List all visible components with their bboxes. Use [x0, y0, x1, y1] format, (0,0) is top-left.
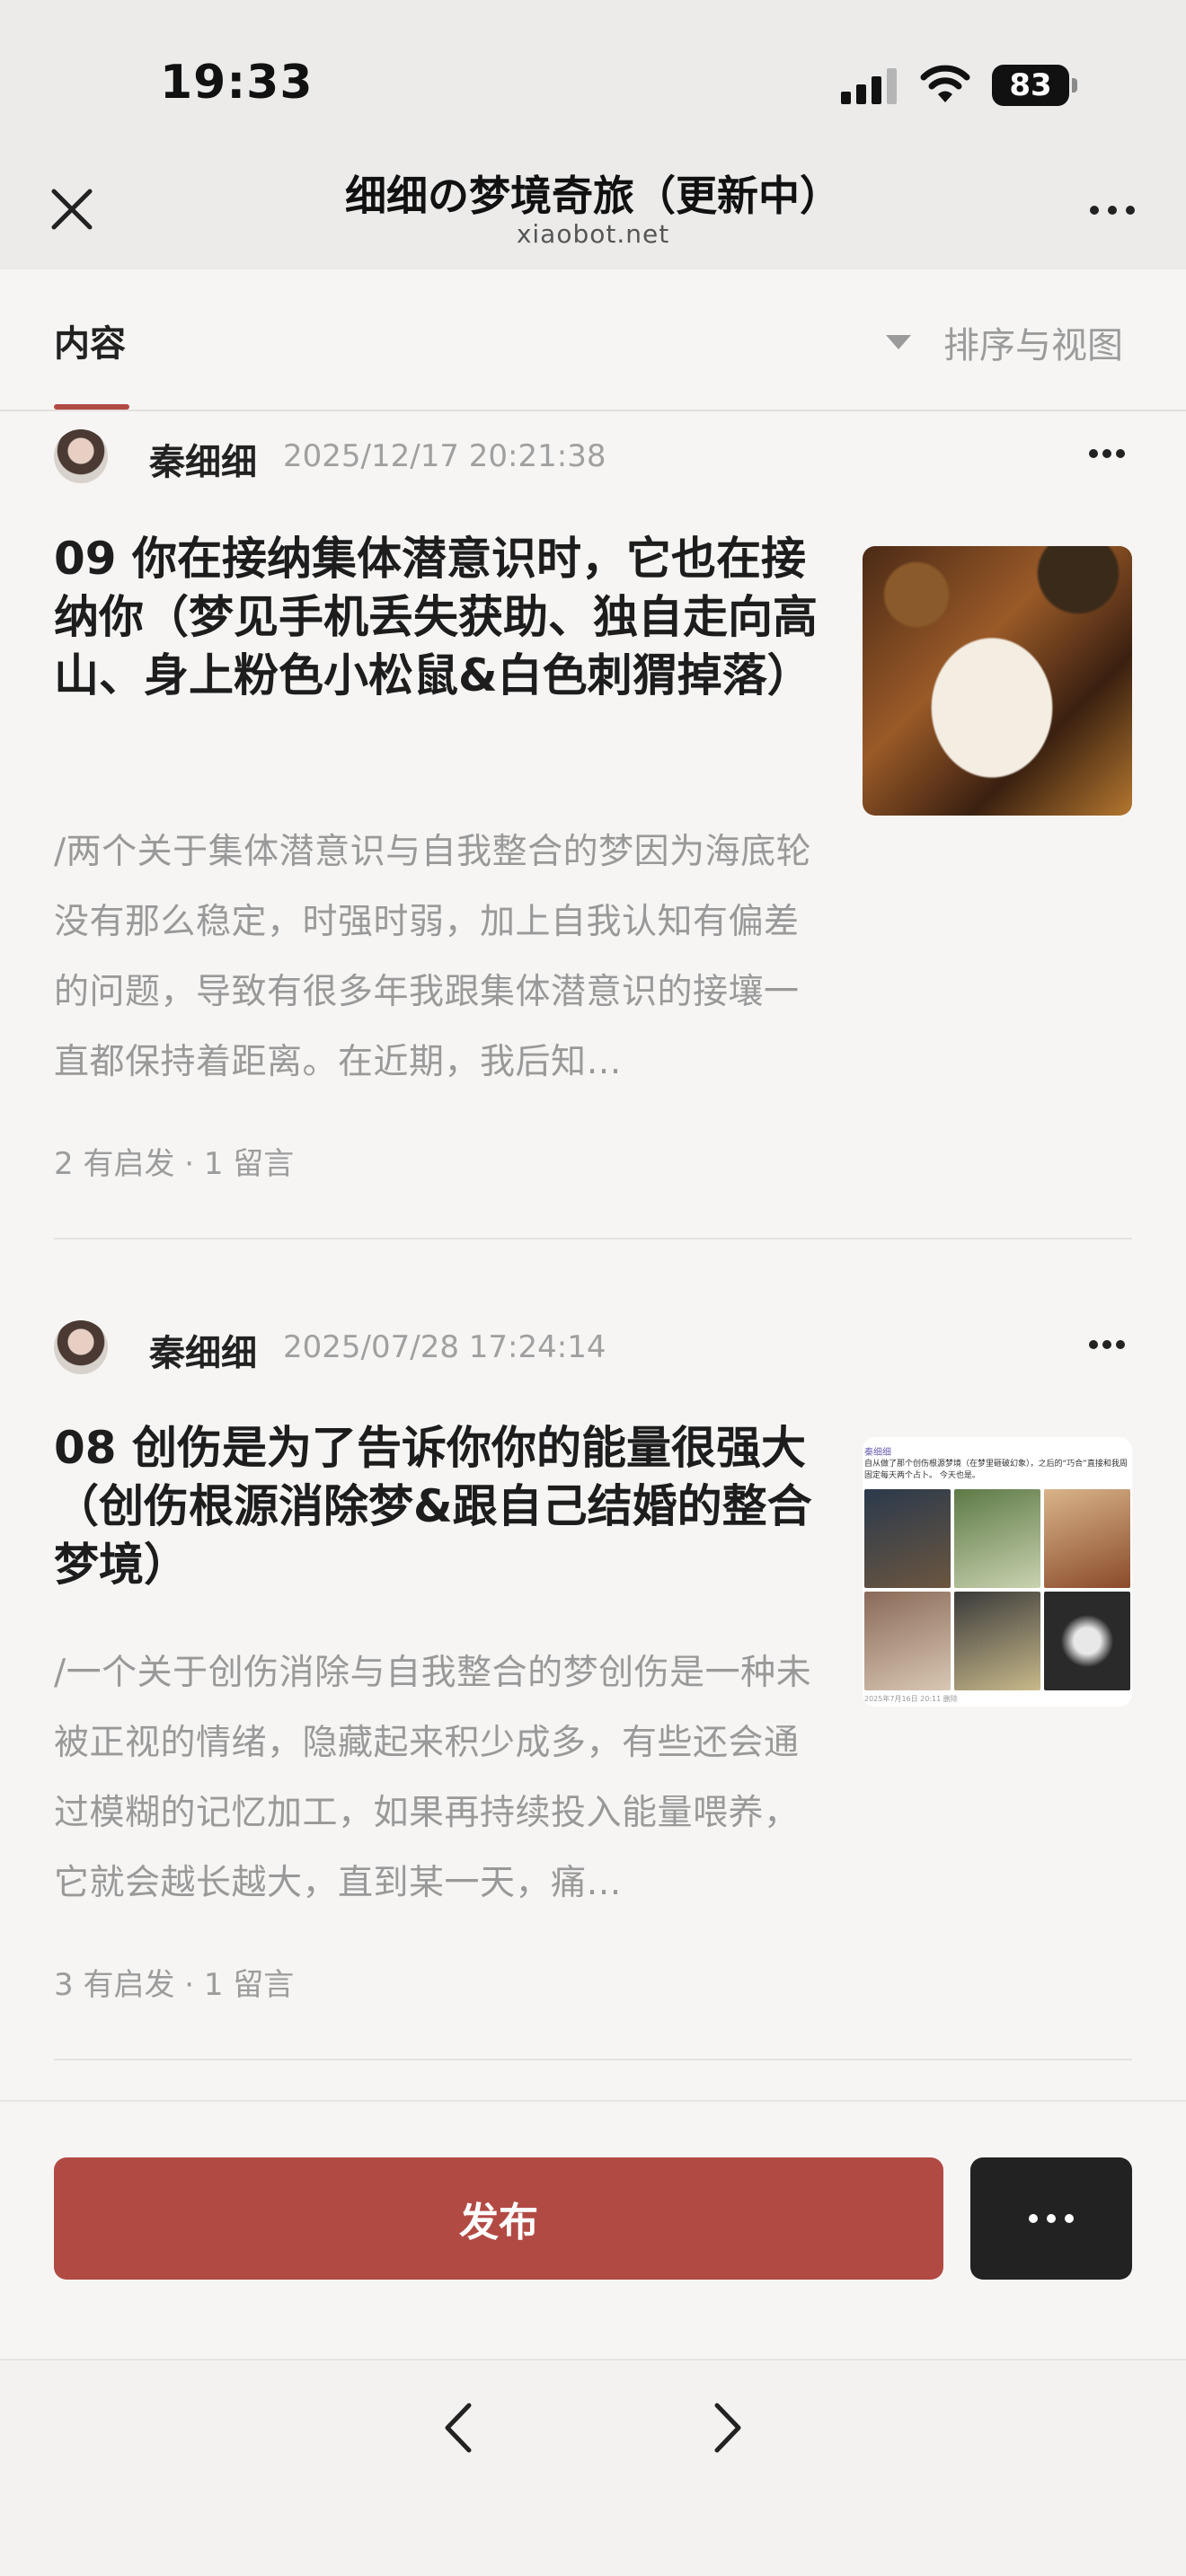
sort-view-label: 排序与视图: [943, 325, 1123, 366]
status-time: 19:33: [160, 56, 314, 110]
thumbnail-photo-grid: [864, 1489, 1130, 1690]
cellular-signal-icon: [841, 68, 897, 104]
page-domain: xiaobot.net: [516, 219, 670, 249]
post-stats: 3 有启发 · 1 留言: [54, 1967, 295, 2003]
post-excerpt[interactable]: /一个关于创伤消除与自我整合的梦创伤是一种未被正视的情绪，隐藏起来积少成多，有些…: [54, 1638, 818, 1919]
post-more-icon[interactable]: [1087, 1338, 1127, 1351]
tab-content[interactable]: 内容: [54, 314, 126, 366]
post-time: 2025/07/28 17:24:14: [283, 1329, 606, 1365]
close-icon[interactable]: [47, 184, 97, 234]
author-name[interactable]: 秦细细: [149, 433, 257, 485]
more-dots-icon: [1029, 2214, 1074, 2223]
forward-arrow-icon[interactable]: [706, 2396, 751, 2459]
battery-icon: 83: [992, 65, 1078, 106]
thumbnail-author: 秦细细: [864, 1448, 891, 1458]
battery-level: 83: [992, 65, 1069, 106]
post-title[interactable]: 09 你在接纳集体潜意识时，它也在接纳你（梦见手机丢失获助、独自走向高山、身上粉…: [54, 530, 827, 705]
top-bar: 19:33 83 细细の梦境奇旅（更新中） xiaobot.net: [0, 0, 1186, 269]
bottom-separator: [0, 2100, 1186, 2102]
author-name[interactable]: 秦细细: [149, 1324, 257, 1376]
page-title: 细细の梦境奇旅（更新中）: [345, 172, 841, 220]
publish-button[interactable]: 发布: [54, 2157, 943, 2280]
post-thumbnail[interactable]: [863, 546, 1132, 816]
post-more-icon[interactable]: [1087, 447, 1127, 460]
divider: [54, 2059, 1132, 2060]
post-time: 2025/12/17 20:21:38: [283, 438, 606, 474]
caret-down-icon: [886, 335, 911, 349]
thumbnail-text: 自从做了那个创伤根源梦境（在梦里砸破幻象），之后的“巧合”直接和我周固定每天两个…: [864, 1460, 1128, 1480]
avatar[interactable]: [54, 429, 108, 483]
post-excerpt[interactable]: /两个关于集体潜意识与自我整合的梦因为海底轮没有那么稳定，时强时弱，加上自我认知…: [54, 817, 818, 1098]
more-actions-button[interactable]: [970, 2157, 1132, 2280]
sort-view-button[interactable]: 排序与视图: [886, 316, 1123, 368]
thumbnail-footer: 2025年7月16日 20:11 删除: [864, 1695, 958, 1703]
page: 19:33 83 细细の梦境奇旅（更新中） xiaobot.net 内容 排序与…: [0, 0, 1186, 2576]
back-arrow-icon[interactable]: [435, 2396, 480, 2459]
more-options-icon[interactable]: [1084, 192, 1141, 228]
post-title[interactable]: 08 创伤是为了告诉你你的能量很强大（创伤根源消除梦&跟自己结婚的整合梦境）: [54, 1419, 827, 1594]
tab-bar: 内容 排序与视图: [0, 269, 1186, 411]
browser-nav-bar: [0, 2359, 1186, 2576]
post-stats: 2 有启发 · 1 留言: [54, 1146, 295, 1182]
post-thumbnail[interactable]: 秦细细 自从做了那个创伤根源梦境（在梦里砸破幻象），之后的“巧合”直接和我周固定…: [863, 1437, 1132, 1707]
wifi-icon: [920, 65, 970, 102]
divider: [54, 1238, 1132, 1239]
active-tab-indicator: [54, 404, 129, 410]
avatar[interactable]: [54, 1320, 108, 1374]
